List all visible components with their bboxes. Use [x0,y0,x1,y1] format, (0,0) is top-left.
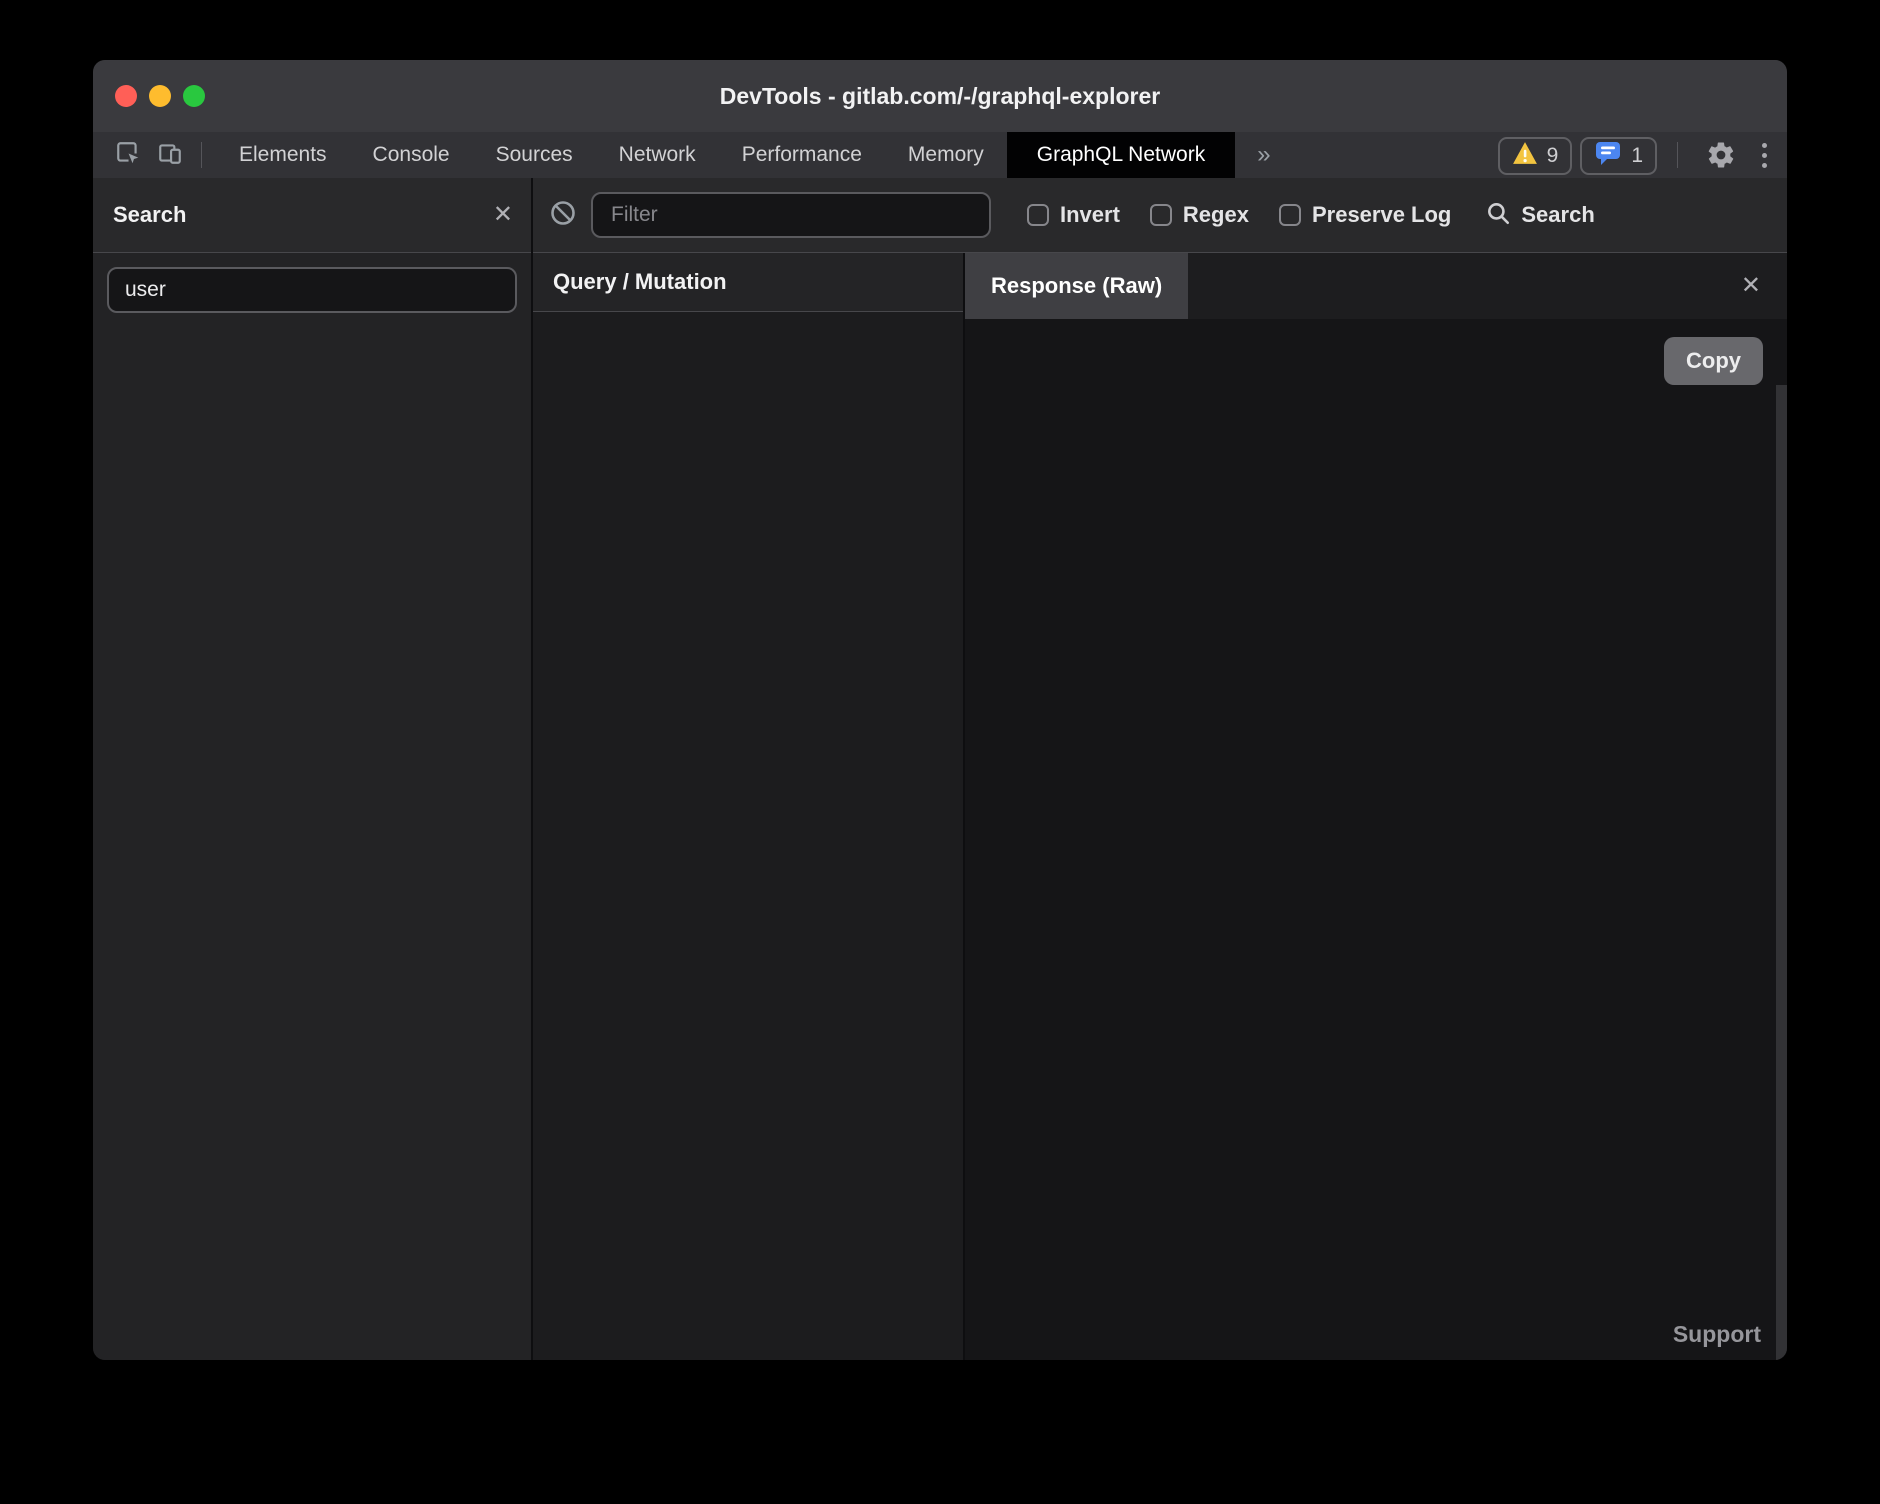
query-list-panel: Query / Mutation [533,253,963,1360]
search-toggle-label: Search [1521,202,1594,228]
checkbox-label: Preserve Log [1312,202,1451,228]
copy-button[interactable]: Copy [1664,337,1763,385]
response-raw-view: Copy Support [965,319,1787,1360]
checkbox-invert[interactable]: Invert [1027,202,1120,228]
close-detail-icon[interactable]: ✕ [1741,274,1761,298]
message-count: 1 [1631,144,1643,168]
clipped-result-row[interactable] [103,331,531,355]
tab-graphql-network[interactable]: GraphQL Network [1007,132,1235,178]
maximize-window-button[interactable] [183,85,205,107]
traffic-lights [115,60,205,132]
detail-panel: Response (Raw) ✕ Copy Support [965,253,1787,1360]
detail-tab-tail: ✕ [1188,253,1787,319]
tab-response-raw[interactable]: Response (Raw) [965,253,1188,319]
close-search-icon[interactable]: ✕ [493,203,513,227]
settings-gear-icon[interactable] [1694,132,1748,178]
toolbar-icons [93,132,183,178]
close-window-button[interactable] [115,85,137,107]
checkbox-label: Regex [1183,202,1249,228]
detail-tab-bar: Response (Raw) ✕ [965,253,1787,319]
more-tabs-button[interactable]: » [1235,132,1290,178]
search-input[interactable] [107,267,517,313]
scrollbar[interactable] [1776,385,1787,1360]
devtools-window: DevTools - gitlab.com/-/graphql-explorer… [93,60,1787,1360]
checkbox-box-icon[interactable] [1027,204,1049,226]
message-icon [1594,140,1622,172]
checkbox-regex[interactable]: Regex [1150,202,1249,228]
inspect-element-icon[interactable] [115,140,141,171]
window-title: DevTools - gitlab.com/-/graphql-explorer [93,83,1787,110]
toolbar-separator [201,142,202,168]
search-results-panel [93,253,531,1360]
network-filter-bar: Invert Regex Preserve Log Search [533,178,1787,253]
search-icon [1485,200,1511,231]
toolbar-separator [1677,142,1678,168]
query-list-header: Query / Mutation [533,253,963,312]
warnings-badge[interactable]: 9 [1498,137,1573,175]
warning-count: 9 [1547,144,1559,168]
checkbox-preserve-log[interactable]: Preserve Log [1279,202,1451,228]
tab-console[interactable]: Console [350,132,473,178]
tab-network[interactable]: Network [596,132,719,178]
tab-elements[interactable]: Elements [216,132,350,178]
search-panel-title: Search [113,202,493,228]
checkbox-box-icon[interactable] [1279,204,1301,226]
messages-badge[interactable]: 1 [1580,137,1657,175]
title-bar: DevTools - gitlab.com/-/graphql-explorer [93,60,1787,133]
tab-memory[interactable]: Memory [885,132,1007,178]
checkbox-label: Invert [1060,202,1120,228]
tab-sources[interactable]: Sources [473,132,596,178]
search-panel-header: Search ✕ [93,178,531,253]
device-toolbar-icon[interactable] [157,140,183,171]
minimize-window-button[interactable] [149,85,171,107]
search-toggle[interactable]: Search [1485,200,1594,231]
menu-kebab-icon[interactable] [1748,132,1787,178]
tab-performance[interactable]: Performance [719,132,885,178]
clear-log-icon[interactable] [549,199,577,232]
checkbox-box-icon[interactable] [1150,204,1172,226]
warning-icon [1512,141,1538,171]
support-link[interactable]: Support [1673,1321,1761,1348]
filter-input[interactable] [591,192,991,238]
devtools-tab-bar: ElementsConsoleSourcesNetworkPerformance… [93,132,1787,178]
